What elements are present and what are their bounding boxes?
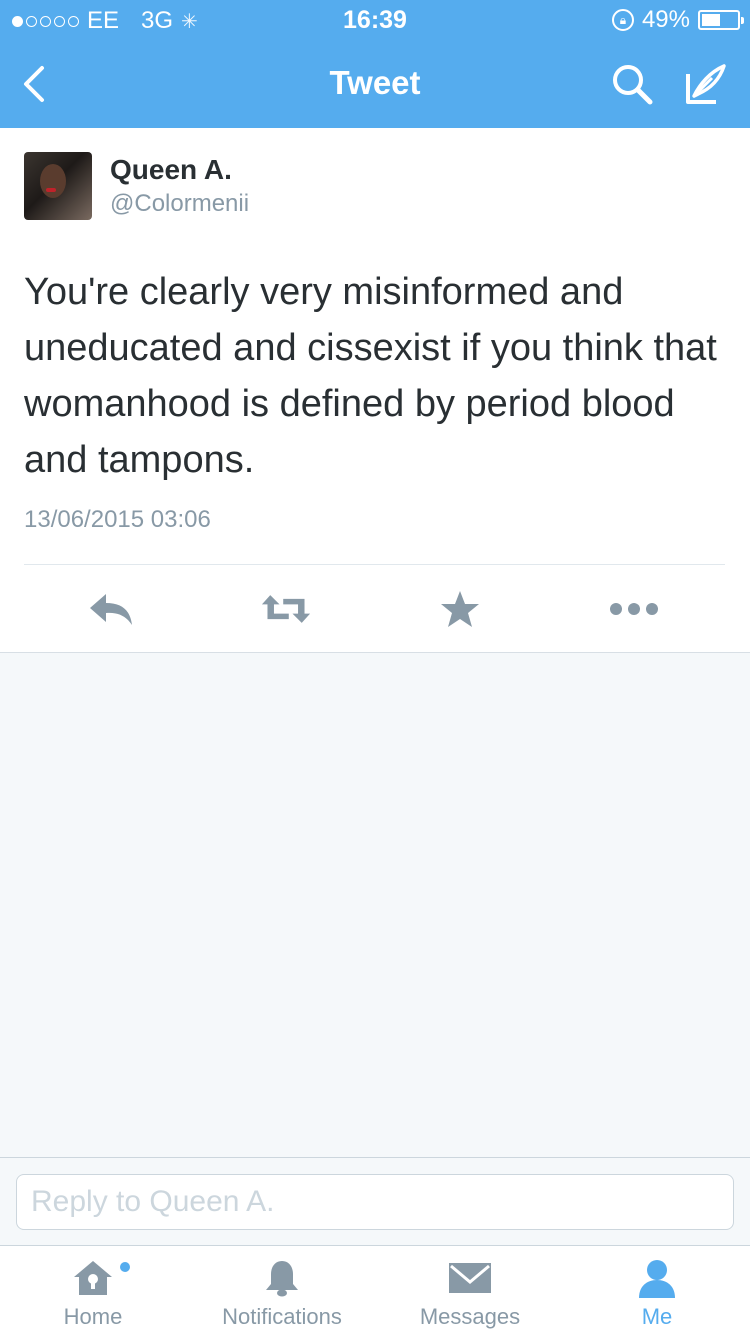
- status-right: 🔒︎ 49%: [611, 6, 744, 34]
- reply-bar: [0, 1157, 750, 1245]
- tab-me[interactable]: Me: [617, 1246, 697, 1334]
- user-handle[interactable]: @Colormenii: [110, 190, 249, 218]
- reply-icon: [90, 594, 132, 625]
- tweet-text: You're clearly very misinformed and uned…: [24, 271, 717, 481]
- more-button[interactable]: [609, 588, 659, 630]
- favorite-button[interactable]: [435, 588, 485, 630]
- compose-icon[interactable]: [682, 60, 730, 108]
- more-icon: [610, 603, 658, 615]
- battery-icon: [698, 10, 744, 30]
- tab-home-label: Home: [63, 1304, 123, 1329]
- bell-icon: [266, 1261, 298, 1297]
- tweet-detail: Queen A. @Colormenii You're clearly very…: [0, 128, 750, 653]
- divider: [24, 564, 725, 565]
- reply-button[interactable]: [87, 588, 137, 630]
- tab-home[interactable]: Home: [43, 1246, 143, 1334]
- notification-dot: [120, 1262, 130, 1272]
- orientation-lock-icon: 🔒︎: [611, 9, 634, 31]
- tab-notifications[interactable]: Notifications: [206, 1246, 358, 1334]
- retweet-button[interactable]: [261, 588, 311, 630]
- reply-input[interactable]: [16, 1174, 734, 1230]
- favorite-icon: [441, 591, 479, 627]
- tab-bar: Home Notifications Messages Me: [0, 1245, 750, 1334]
- search-icon[interactable]: [610, 62, 654, 106]
- envelope-icon: [449, 1263, 491, 1293]
- home-icon: [74, 1261, 112, 1295]
- top-bar: EE 3G ✳ 16:39 🔒︎ 49% Tweet: [0, 0, 750, 128]
- avatar[interactable]: [24, 152, 92, 220]
- tab-notifications-label: Notifications: [222, 1304, 342, 1329]
- person-icon: [639, 1260, 675, 1298]
- status-bar: EE 3G ✳ 16:39 🔒︎ 49%: [0, 0, 750, 40]
- tweet-timestamp: 13/06/2015 03:06: [24, 506, 211, 533]
- battery-percent: 49%: [641, 6, 690, 33]
- navigation-bar: Tweet: [0, 40, 750, 128]
- user-name[interactable]: Queen A.: [110, 154, 232, 186]
- tab-me-label: Me: [641, 1304, 673, 1329]
- tab-messages-label: Messages: [419, 1304, 521, 1329]
- retweet-icon: [261, 595, 311, 623]
- tab-messages[interactable]: Messages: [405, 1246, 535, 1334]
